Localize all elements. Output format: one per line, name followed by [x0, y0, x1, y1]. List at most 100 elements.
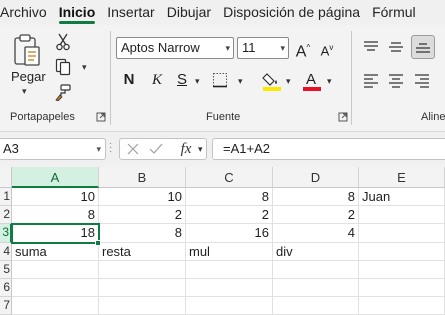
fill-color-chevron-icon[interactable]: ▾ [286, 76, 291, 87]
clipboard-launcher-icon[interactable] [96, 112, 106, 122]
tab-archivo[interactable]: Archivo [0, 0, 53, 25]
name-box-value: A3 [3, 141, 19, 156]
row-header-4[interactable]: 4 [0, 243, 12, 261]
cell-b3[interactable]: 8 [99, 224, 186, 243]
cell-c4[interactable]: mul [186, 243, 273, 261]
align-left-icon[interactable] [360, 71, 382, 91]
row-header-7[interactable]: 7 [0, 297, 12, 315]
cell-d5[interactable] [273, 261, 359, 279]
ribbon: Pegar ▾ ▾ Portapapeles Aptos Narrow ▾ 11… [0, 25, 445, 132]
cell-e7[interactable] [359, 297, 445, 315]
cell-e6[interactable] [359, 279, 445, 297]
decrease-font-size-icon[interactable]: Av [316, 37, 338, 59]
cell-c7[interactable] [186, 297, 273, 315]
copy-icon[interactable] [54, 57, 72, 77]
fill-handle[interactable] [95, 240, 101, 246]
active-cell-border [11, 223, 100, 244]
row-header-6[interactable]: 6 [0, 279, 12, 297]
cell-d6[interactable] [273, 279, 359, 297]
cell-c2[interactable]: 2 [186, 206, 273, 224]
align-middle-icon[interactable] [385, 37, 407, 57]
name-box[interactable]: A3 ▾ [0, 138, 106, 160]
cell-e1[interactable]: Juan [359, 188, 445, 206]
formula-bar-handle-icon[interactable]: · · · [109, 139, 113, 157]
bold-icon[interactable]: N [118, 69, 140, 91]
font-color-icon[interactable]: A [302, 69, 322, 92]
cell-c3[interactable]: 16 [186, 224, 273, 243]
format-painter-icon[interactable] [54, 82, 72, 102]
enter-icon[interactable] [148, 141, 164, 157]
font-size-chevron-icon[interactable]: ▾ [280, 38, 285, 58]
cell-d3[interactable]: 4 [273, 224, 359, 243]
paste-button-label[interactable]: Pegar [11, 69, 46, 84]
cell-c6[interactable] [186, 279, 273, 297]
column-header-c[interactable]: C [186, 167, 273, 188]
tab-disposicion-pagina[interactable]: Disposición de página [217, 0, 366, 25]
font-size-value: 11 [242, 40, 256, 55]
cell-b1[interactable]: 10 [99, 188, 186, 206]
row-header-2[interactable]: 2 [0, 206, 12, 224]
cell-d4[interactable]: div [273, 243, 359, 261]
copy-chevron-icon[interactable]: ▾ [82, 62, 87, 73]
cell-a2[interactable]: 8 [12, 206, 99, 224]
cell-a6[interactable] [12, 279, 99, 297]
formula-actions: fx ▾ [119, 138, 207, 160]
cell-b6[interactable] [99, 279, 186, 297]
column-header-d[interactable]: D [273, 167, 359, 188]
cell-e5[interactable] [359, 261, 445, 279]
borders-icon[interactable] [210, 71, 230, 89]
tab-insertar[interactable]: Insertar [101, 0, 160, 25]
cell-b2[interactable]: 2 [99, 206, 186, 224]
align-center-icon[interactable] [385, 71, 407, 91]
font-name-value: Aptos Narrow [121, 40, 200, 55]
align-top-icon[interactable] [360, 37, 382, 57]
tab-dibujar[interactable]: Dibujar [161, 0, 217, 25]
cell-b7[interactable] [99, 297, 186, 315]
cell-b4[interactable]: resta [99, 243, 186, 261]
borders-chevron-icon[interactable]: ▾ [238, 76, 243, 87]
insert-function-chevron-icon[interactable]: ▾ [198, 144, 203, 155]
tab-inicio[interactable]: Inicio [53, 0, 102, 25]
cell-b5[interactable] [99, 261, 186, 279]
insert-function-icon[interactable]: fx [175, 140, 197, 158]
cell-d7[interactable] [273, 297, 359, 315]
cell-a1[interactable]: 10 [12, 188, 99, 206]
font-launcher-icon[interactable] [338, 112, 348, 122]
paste-chevron-icon[interactable]: ▾ [22, 86, 27, 97]
cell-a4[interactable]: suma [12, 243, 99, 261]
font-color-chevron-icon[interactable]: ▾ [327, 76, 332, 87]
column-header-a[interactable]: A [12, 167, 99, 188]
cell-d2[interactable]: 2 [273, 206, 359, 224]
cell-a5[interactable] [12, 261, 99, 279]
cell-c1[interactable]: 8 [186, 188, 273, 206]
font-name-chevron-icon[interactable]: ▾ [225, 38, 230, 58]
cell-e2[interactable] [359, 206, 445, 224]
paste-icon[interactable] [12, 33, 42, 67]
cell-d1[interactable]: 8 [273, 188, 359, 206]
align-bottom-icon[interactable] [411, 35, 435, 59]
cell-c5[interactable] [186, 261, 273, 279]
menu-bar: Archivo Inicio Insertar Dibujar Disposic… [0, 0, 445, 25]
italic-icon[interactable]: K [146, 69, 168, 91]
font-size-combo[interactable]: 11 ▾ [237, 37, 289, 59]
underline-chevron-icon[interactable]: ▾ [195, 76, 200, 87]
formula-input[interactable]: =A1+A2 [212, 138, 445, 160]
cut-icon[interactable] [54, 32, 72, 52]
ribbon-separator [351, 31, 352, 125]
align-right-icon[interactable] [411, 71, 433, 91]
cell-e3[interactable] [359, 224, 445, 243]
select-all-corner[interactable] [0, 167, 12, 188]
row-header-1[interactable]: 1 [0, 188, 12, 206]
column-header-b[interactable]: B [99, 167, 186, 188]
tab-formulas[interactable]: Fórmul [366, 0, 422, 25]
cell-e4[interactable] [359, 243, 445, 261]
column-header-e[interactable]: E [359, 167, 445, 188]
fill-color-icon[interactable] [262, 70, 282, 92]
cell-a7[interactable] [12, 297, 99, 315]
underline-icon[interactable]: S [171, 69, 193, 91]
name-box-chevron-icon[interactable]: ▾ [96, 139, 101, 159]
increase-font-size-icon[interactable]: A^ [292, 37, 314, 60]
row-header-5[interactable]: 5 [0, 261, 12, 279]
font-name-combo[interactable]: Aptos Narrow ▾ [116, 37, 234, 59]
cancel-icon[interactable] [125, 141, 141, 157]
